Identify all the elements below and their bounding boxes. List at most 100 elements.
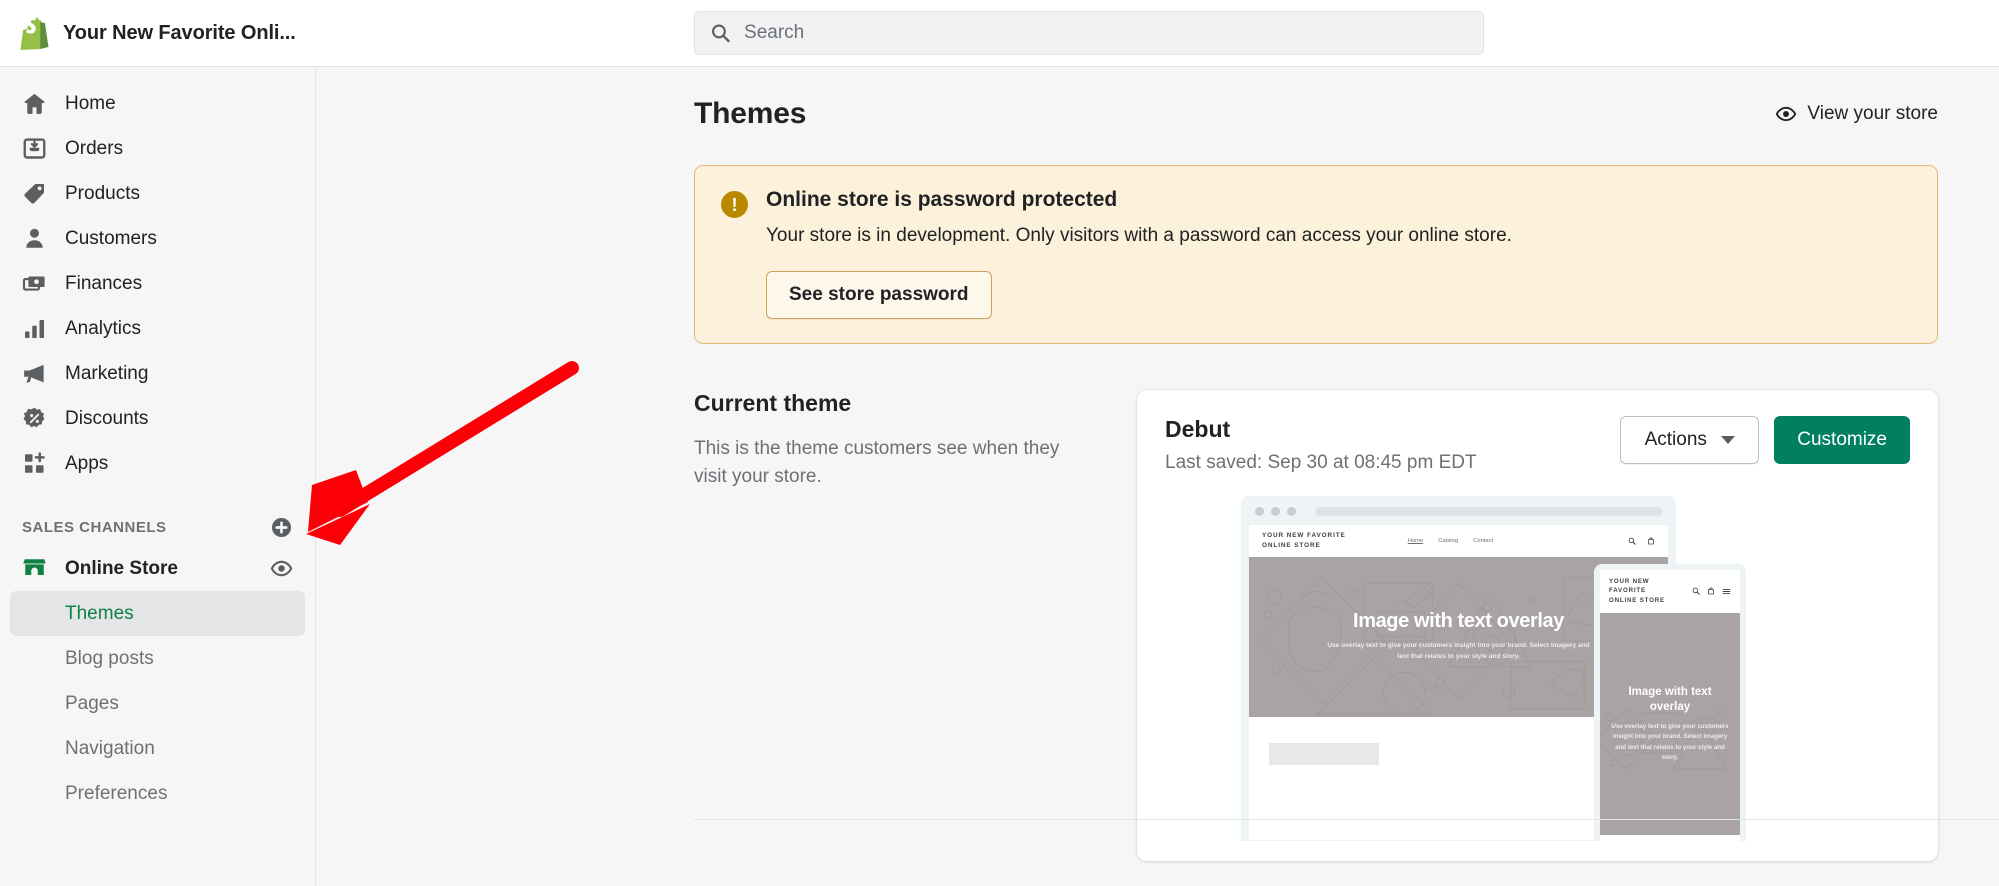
sidebar-subitem-label: Themes [65,602,134,624]
hero-title: Image with text overlay [1353,610,1564,633]
finances-cash-icon [22,271,47,296]
warning-exclamation-icon: ! [721,191,748,218]
sidebar-item-online-store[interactable]: Online Store [10,546,305,591]
hamburger-menu-icon [1722,588,1731,594]
mobile-icons [1692,587,1731,596]
search-icon [711,24,730,43]
search-input[interactable] [744,22,1468,44]
sidebar-item-marketing[interactable]: Marketing [10,351,305,396]
sidebar-item-preferences[interactable]: Preferences [10,771,305,816]
page-title: Themes [694,97,807,130]
mobile-nav: YOUR NEW FAVORITE ONLINE STORE [1600,570,1740,614]
mobile-hero: Image with text overlay Use overlay text… [1600,613,1740,836]
banner-title: Online store is password protected [766,188,1118,211]
theme-card: Debut Last saved: Sep 30 at 08:45 pm EDT… [1137,389,1938,861]
search-bar[interactable] [694,11,1484,55]
shopping-bag-icon [1648,537,1654,544]
browser-chrome [1249,504,1668,525]
apps-grid-plus-icon [22,451,47,476]
sidebar-item-navigation[interactable]: Navigation [10,726,305,771]
view-your-store-link[interactable]: View your store [1775,103,1938,125]
sidebar-item-pages[interactable]: Pages [10,681,305,726]
current-theme-description-block: Current theme This is the theme customer… [694,390,1137,861]
search-icon [1692,588,1700,596]
current-theme-heading: Current theme [694,389,852,416]
theme-card-actions: Actions Customize [1620,415,1910,464]
mobile-preview[interactable]: YOUR NEW FAVORITE ONLINE STORE Image wit… [1594,563,1746,841]
chevron-down-icon [1720,435,1735,444]
shopify-bag-icon [20,16,49,50]
nav-link-contact: Contact [1473,537,1494,544]
sidebar-item-themes[interactable]: Themes [10,591,305,636]
top-bar: Your New Favorite Onli... [0,0,1999,67]
sidebar-subitem-label: Preferences [65,782,168,804]
storefront-logo: YOUR NEW FAVORITE ONLINE STORE [1262,531,1346,549]
sidebar-item-label: Marketing [65,362,149,384]
sidebar-item-analytics[interactable]: Analytics [10,306,305,351]
plus-circle-icon[interactable] [269,515,293,539]
theme-last-saved: Last saved: Sep 30 at 08:45 pm EDT [1165,451,1477,473]
sales-channels-header: SALES CHANNELS [22,514,293,540]
customize-button[interactable]: Customize [1774,415,1910,464]
sidebar-item-label: Discounts [65,407,149,429]
shopping-bag-icon [1708,587,1714,595]
window-dot [1255,506,1264,516]
sidebar-item-finances[interactable]: Finances [10,261,305,306]
sidebar-item-apps[interactable]: Apps [10,441,305,486]
main-content: Themes View your store ! Online store is… [317,67,1999,886]
hero-body: Use overlay text to give your customers … [1611,722,1729,761]
sidebar-subitem-label: Pages [65,692,119,714]
sidebar-item-products[interactable]: Products [10,171,305,216]
search-icon [1628,537,1636,545]
sidebar-subitem-label: Navigation [65,737,155,759]
sidebar-item-orders[interactable]: Orders [10,126,305,171]
eye-icon [1776,106,1797,122]
nav-link-catalog: Catalog [1438,537,1459,544]
sidebar: Home Orders Products Customers Finances … [0,67,316,886]
window-dot [1287,506,1296,516]
hero-body: Use overlay text to give your customers … [1327,642,1590,661]
store-name: Your New Favorite Onli... [63,21,296,44]
theme-card-header: Debut Last saved: Sep 30 at 08:45 pm EDT… [1165,415,1910,474]
sidebar-item-customers[interactable]: Customers [10,216,305,261]
current-theme-section: Current theme This is the theme customer… [694,389,1938,861]
sales-channels-label: SALES CHANNELS [22,518,167,536]
hero-title: Image with text overlay [1628,686,1712,713]
current-theme-description: This is the theme customers see when the… [694,437,1060,488]
sidebar-item-label: Apps [65,452,109,474]
banner-body: Your store is in development. Only visit… [766,225,1512,246]
mobile-screen: YOUR NEW FAVORITE ONLINE STORE Image wit… [1600,569,1740,841]
see-store-password-button[interactable]: See store password [766,270,992,319]
brand-block[interactable]: Your New Favorite Onli... [18,16,298,50]
footer-divider [694,819,1999,820]
view-your-store-label: View your store [1807,103,1938,124]
sidebar-item-blog-posts[interactable]: Blog posts [10,636,305,681]
storefront-nav-links: Home Catalog Contact [1408,538,1493,544]
sidebar-item-label: Online Store [65,557,178,579]
marketing-megaphone-icon [22,361,47,386]
sidebar-item-home[interactable]: Home [10,81,305,126]
theme-name: Debut [1165,415,1231,442]
content-placeholder-block [1269,742,1379,765]
sidebar-item-discounts[interactable]: Discounts [10,396,305,441]
sidebar-item-label: Customers [65,227,157,249]
url-bar [1315,506,1662,516]
password-protected-banner: ! Online store is password protected You… [694,165,1938,344]
customers-person-icon [22,226,47,251]
orders-inbox-icon [22,136,47,161]
storefront-nav: YOUR NEW FAVORITE ONLINE STORE Home Catal… [1249,524,1668,557]
storefront-icons [1628,537,1655,545]
theme-meta: Debut Last saved: Sep 30 at 08:45 pm EDT [1165,416,1477,474]
mobile-logo: YOUR NEW FAVORITE ONLINE STORE [1609,577,1665,605]
sidebar-item-label: Orders [65,137,124,159]
nav-link-home: Home [1407,537,1424,544]
online-store-icon [22,554,47,584]
sidebar-item-label: Products [65,182,140,204]
sidebar-item-label: Finances [65,272,143,294]
analytics-bars-icon [22,316,47,341]
eye-icon[interactable] [269,557,293,581]
actions-button[interactable]: Actions [1620,415,1760,464]
sidebar-subitem-label: Blog posts [65,647,154,669]
page-header: Themes View your store [317,97,1999,131]
actions-button-label: Actions [1644,428,1707,450]
